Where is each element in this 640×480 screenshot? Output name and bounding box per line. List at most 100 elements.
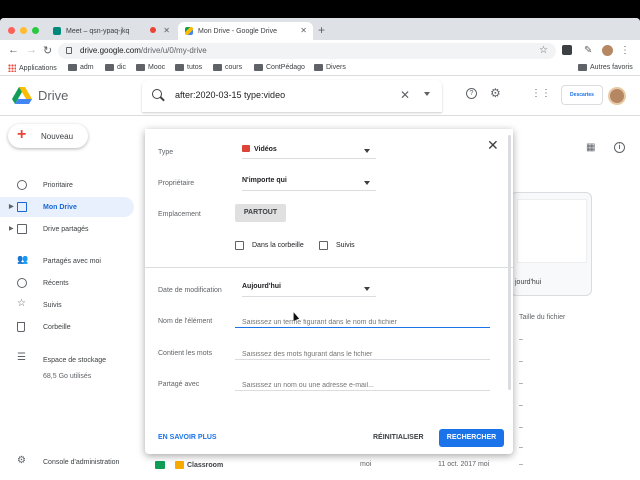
drive-icon xyxy=(185,27,193,35)
bookmark-tutos[interactable]: tutos xyxy=(175,64,202,71)
date-modified-label: Date de modification xyxy=(158,287,222,294)
bookmark-applications[interactable]: Applications xyxy=(8,64,57,72)
bookmark-adm[interactable]: adm xyxy=(68,64,94,71)
in-trash-checkbox[interactable] xyxy=(235,241,244,250)
expand-arrow-icon[interactable]: ▶ xyxy=(9,203,14,210)
minimize-window-icon[interactable] xyxy=(20,27,27,34)
search-icon[interactable] xyxy=(152,89,162,99)
shared-with-label: Partagé avec xyxy=(158,381,200,388)
address-bar[interactable]: drive.google.com/drive/u/0/my-drive ☆ xyxy=(58,43,556,59)
folder-icon xyxy=(136,64,145,71)
file-card-caption: jourd'hui xyxy=(515,279,542,286)
reset-button[interactable]: RÉINITIALISER xyxy=(373,434,424,441)
folder-icon xyxy=(68,64,77,71)
apps-launcher-icon[interactable]: ⋮⋮ xyxy=(531,88,551,99)
folder-icon xyxy=(105,64,114,71)
sidebar-item-priority[interactable]: Prioritaire xyxy=(0,175,134,195)
location-chip-anywhere[interactable]: PARTOUT xyxy=(235,204,286,222)
chevron-down-icon xyxy=(364,149,370,153)
close-tab-icon[interactable]: ✕ xyxy=(163,26,170,35)
item-name-input[interactable] xyxy=(235,313,490,328)
dialog-scrollbar[interactable] xyxy=(508,135,511,390)
sidebar-item-shared-with-me[interactable]: 👥 Partagés avec moi xyxy=(0,251,134,271)
check-circle-icon xyxy=(17,180,27,190)
date-modified-select[interactable]: Aujourd'hui xyxy=(242,283,376,297)
sidebar-item-storage[interactable]: ☰ Espace de stockage xyxy=(0,350,134,370)
file-size-cell: – xyxy=(519,336,523,343)
bookmark-mooc[interactable]: Mooc xyxy=(136,64,165,71)
account-avatar[interactable] xyxy=(608,87,626,105)
profile-avatar-icon[interactable] xyxy=(602,45,613,56)
file-size-cell: – xyxy=(519,380,523,387)
new-button[interactable]: + Nouveau xyxy=(8,124,88,148)
zoom-window-icon[interactable] xyxy=(32,27,39,34)
shared-with-input[interactable] xyxy=(235,376,490,391)
shared-drive-icon xyxy=(17,224,27,234)
sidebar-item-trash[interactable]: Corbeille xyxy=(0,317,134,337)
bookmark-other[interactable]: Autres favoris xyxy=(578,64,633,71)
drive-sidebar: + Nouveau Prioritaire ▶ Mon Drive ▶ Driv… xyxy=(0,116,140,480)
reload-icon[interactable]: ↻ xyxy=(43,44,52,57)
search-options-icon[interactable] xyxy=(424,92,430,96)
folder-icon xyxy=(254,64,263,71)
menu-icon[interactable]: ⋮ xyxy=(620,45,632,57)
sidebar-item-starred[interactable]: ☆ Suivis xyxy=(0,295,134,315)
edit-icon[interactable]: ✎ xyxy=(584,45,596,57)
bookmark-divers[interactable]: Divers xyxy=(314,64,346,71)
help-icon[interactable]: ? xyxy=(466,88,477,99)
owner-label: Propriétaire xyxy=(158,180,195,187)
column-file-size[interactable]: Taille du fichier xyxy=(519,314,565,321)
location-label: Emplacement xyxy=(158,211,201,218)
dialog-divider xyxy=(145,267,513,268)
bookmark-dic[interactable]: dic xyxy=(105,64,126,71)
tab-title: Meet – qsn-ypaq-jkq xyxy=(66,27,130,35)
bookmark-contpedago[interactable]: ContPédago xyxy=(254,64,305,71)
tab-drive[interactable]: Mon Drive - Google Drive ✕ xyxy=(178,22,313,40)
sidebar-item-recent[interactable]: Récents xyxy=(0,273,134,293)
tab-title: Mon Drive - Google Drive xyxy=(198,27,277,35)
trash-icon xyxy=(17,322,25,332)
search-button[interactable]: RECHERCHER xyxy=(439,429,504,447)
recording-icon xyxy=(150,27,156,33)
owner-select[interactable]: N'importe qui xyxy=(242,177,376,191)
tab-meet[interactable]: Meet – qsn-ypaq-jkq ✕ xyxy=(46,22,176,40)
sidebar-item-my-drive[interactable]: ▶ Mon Drive xyxy=(0,197,134,217)
admin-icon: ⚙ xyxy=(17,455,26,466)
learn-more-link[interactable]: EN SAVOIR PLUS xyxy=(158,434,217,441)
org-logo[interactable]: Descartes xyxy=(561,85,603,105)
bookmark-star-icon[interactable]: ☆ xyxy=(539,45,548,56)
lock-icon xyxy=(66,47,72,54)
bookmark-cours[interactable]: cours xyxy=(213,64,242,71)
starred-checkbox[interactable] xyxy=(319,241,328,250)
drive-logo-icon[interactable] xyxy=(12,87,32,104)
type-select[interactable]: Vidéos xyxy=(242,145,376,159)
table-row[interactable]: Classroom moi 11 oct. 2017 moi – xyxy=(140,456,640,476)
file-name: Classroom xyxy=(187,462,224,469)
folder-icon xyxy=(175,64,184,71)
contains-words-input[interactable] xyxy=(235,345,490,360)
sidebar-item-admin-console[interactable]: ⚙ Console d'administration xyxy=(0,452,134,472)
cast-icon[interactable] xyxy=(562,45,572,55)
chevron-down-icon xyxy=(364,287,370,291)
grid-view-icon[interactable]: ▦ xyxy=(586,142,595,153)
close-tab-icon[interactable]: ✕ xyxy=(300,26,307,35)
file-owner: moi xyxy=(360,461,372,468)
file-card[interactable]: jourd'hui xyxy=(510,192,592,296)
expand-arrow-icon[interactable]: ▶ xyxy=(9,225,14,232)
back-icon[interactable]: ← xyxy=(8,44,19,56)
sidebar-item-shared-drives[interactable]: ▶ Drive partagés xyxy=(0,219,134,239)
app-name[interactable]: Drive xyxy=(38,88,68,103)
close-icon[interactable]: ✕ xyxy=(487,137,499,154)
info-icon[interactable]: i xyxy=(614,142,625,153)
file-size-cell: – xyxy=(519,402,523,409)
settings-gear-icon[interactable]: ⚙ xyxy=(490,86,501,100)
drive-search-bar[interactable]: after:2020-03-15 type:video ✕ xyxy=(142,80,442,112)
forward-icon[interactable]: → xyxy=(26,44,37,56)
folder-icon xyxy=(578,64,587,71)
close-window-icon[interactable] xyxy=(8,27,15,34)
file-modified: 11 oct. 2017 moi xyxy=(438,461,490,468)
file-size-cell: – xyxy=(519,444,523,451)
new-tab-icon[interactable]: + xyxy=(318,23,325,37)
search-query[interactable]: after:2020-03-15 type:video xyxy=(175,90,285,100)
clear-search-icon[interactable]: ✕ xyxy=(400,88,410,102)
